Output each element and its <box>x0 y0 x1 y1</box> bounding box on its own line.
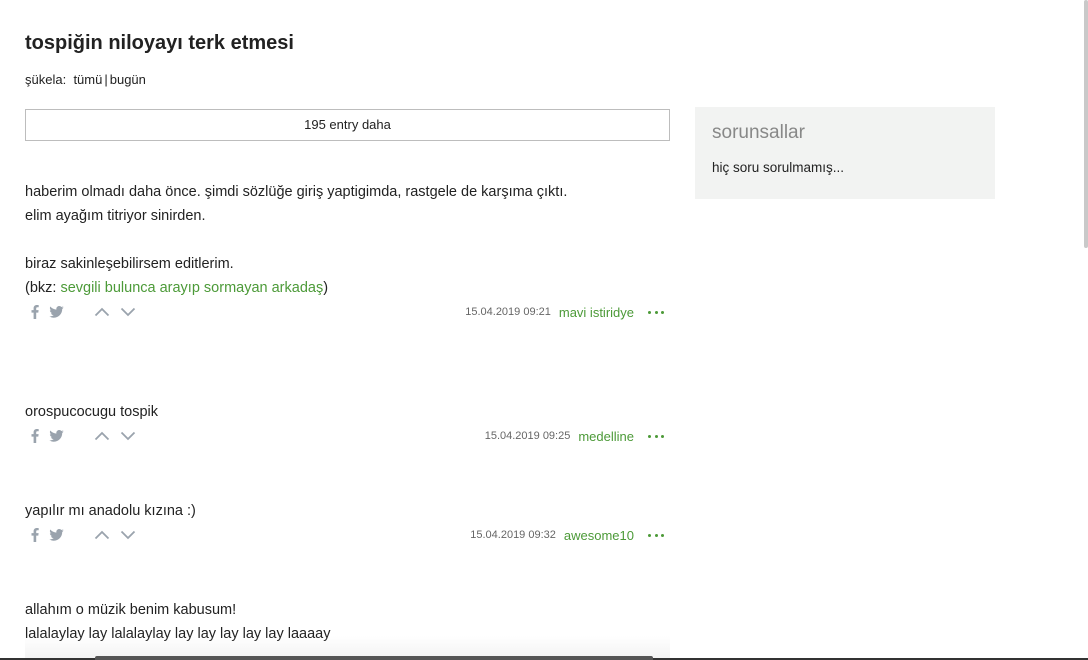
share-buttons <box>31 426 74 446</box>
entry-footer: 15.04.2019 09:25 medelline <box>25 426 670 450</box>
sorunsallar-title[interactable]: sorunsallar <box>712 121 805 145</box>
sorunsallar-empty-text: hiç soru sorulmamış... <box>712 160 845 175</box>
sukela-filter: şükela: tümü | bugün <box>25 72 670 88</box>
entry-author[interactable]: mavi istiridye <box>559 305 634 320</box>
entry-author[interactable]: awesome10 <box>564 528 634 543</box>
entry-author[interactable]: medelline <box>578 429 634 444</box>
page: tospiğin niloyayı terk etmesi şükela: tü… <box>0 0 1088 660</box>
entry-content: orospucocugu tospik <box>25 404 158 420</box>
entry-date[interactable]: 15.04.2019 09:32 <box>470 529 556 541</box>
sukela-separator: | <box>104 72 108 87</box>
entry-item: yapılır mı anadolu kızına :) 15.04.2019 … <box>25 499 670 549</box>
entry-date[interactable]: 15.04.2019 09:21 <box>465 306 551 318</box>
main-content: tospiğin niloyayı terk etmesi şükela: tü… <box>25 0 670 642</box>
entry-meta: 15.04.2019 09:21 mavi istiridye <box>465 302 670 322</box>
more-entries-button[interactable]: 195 entry daha <box>25 109 670 141</box>
entry-date[interactable]: 15.04.2019 09:25 <box>485 430 571 442</box>
chevron-up-icon[interactable] <box>94 530 110 540</box>
more-dots-icon[interactable] <box>648 533 664 537</box>
entry-item: orospucocugu tospik 15.04.2019 09:25 med… <box>25 400 670 450</box>
entry-meta: 15.04.2019 09:32 awesome10 <box>470 525 670 545</box>
bkz-suffix: ) <box>323 280 329 296</box>
entry-item: haberim olmadı daha önce. şimdi sözlüğe … <box>25 180 670 326</box>
vote-buttons <box>94 302 146 322</box>
twitter-icon[interactable] <box>49 430 64 442</box>
bkz-link[interactable]: sevgili bulunca arayıp sormayan arkadaş <box>60 280 323 296</box>
chevron-up-icon[interactable] <box>94 307 110 317</box>
bottom-toolbar-edge <box>95 656 653 660</box>
facebook-icon[interactable] <box>31 305 39 319</box>
sukela-all-link[interactable]: tümü <box>73 72 102 87</box>
entry-footer: 15.04.2019 09:32 awesome10 <box>25 525 670 549</box>
more-dots-icon[interactable] <box>648 310 664 314</box>
vote-buttons <box>94 525 146 545</box>
chevron-down-icon[interactable] <box>120 431 136 441</box>
page-scrollbar[interactable] <box>1084 0 1088 248</box>
sukela-today-link[interactable]: bugün <box>110 72 146 87</box>
entry-content: haberim olmadı daha önce. şimdi sözlüğe … <box>25 180 670 300</box>
twitter-icon[interactable] <box>49 306 64 318</box>
sukela-label: şükela: <box>25 72 67 87</box>
entry-content: yapılır mı anadolu kızına :) <box>25 503 196 519</box>
chevron-down-icon[interactable] <box>120 307 136 317</box>
more-dots-icon[interactable] <box>648 434 664 438</box>
entry-meta: 15.04.2019 09:25 medelline <box>485 426 670 446</box>
vote-buttons <box>94 426 146 446</box>
share-buttons <box>31 302 74 322</box>
twitter-icon[interactable] <box>49 529 64 541</box>
chevron-down-icon[interactable] <box>120 530 136 540</box>
topic-title[interactable]: tospiğin niloyayı terk etmesi <box>25 0 670 56</box>
sorunsallar-panel: sorunsallar hiç soru sorulmamış... <box>695 107 995 199</box>
bkz-prefix: (bkz: <box>25 280 61 296</box>
entry-text: haberim olmadı daha önce. şimdi sözlüğe … <box>25 184 568 272</box>
facebook-icon[interactable] <box>31 429 39 443</box>
facebook-icon[interactable] <box>31 528 39 542</box>
share-buttons <box>31 525 74 545</box>
entry-footer: 15.04.2019 09:21 mavi istiridye <box>25 302 670 326</box>
chevron-up-icon[interactable] <box>94 431 110 441</box>
